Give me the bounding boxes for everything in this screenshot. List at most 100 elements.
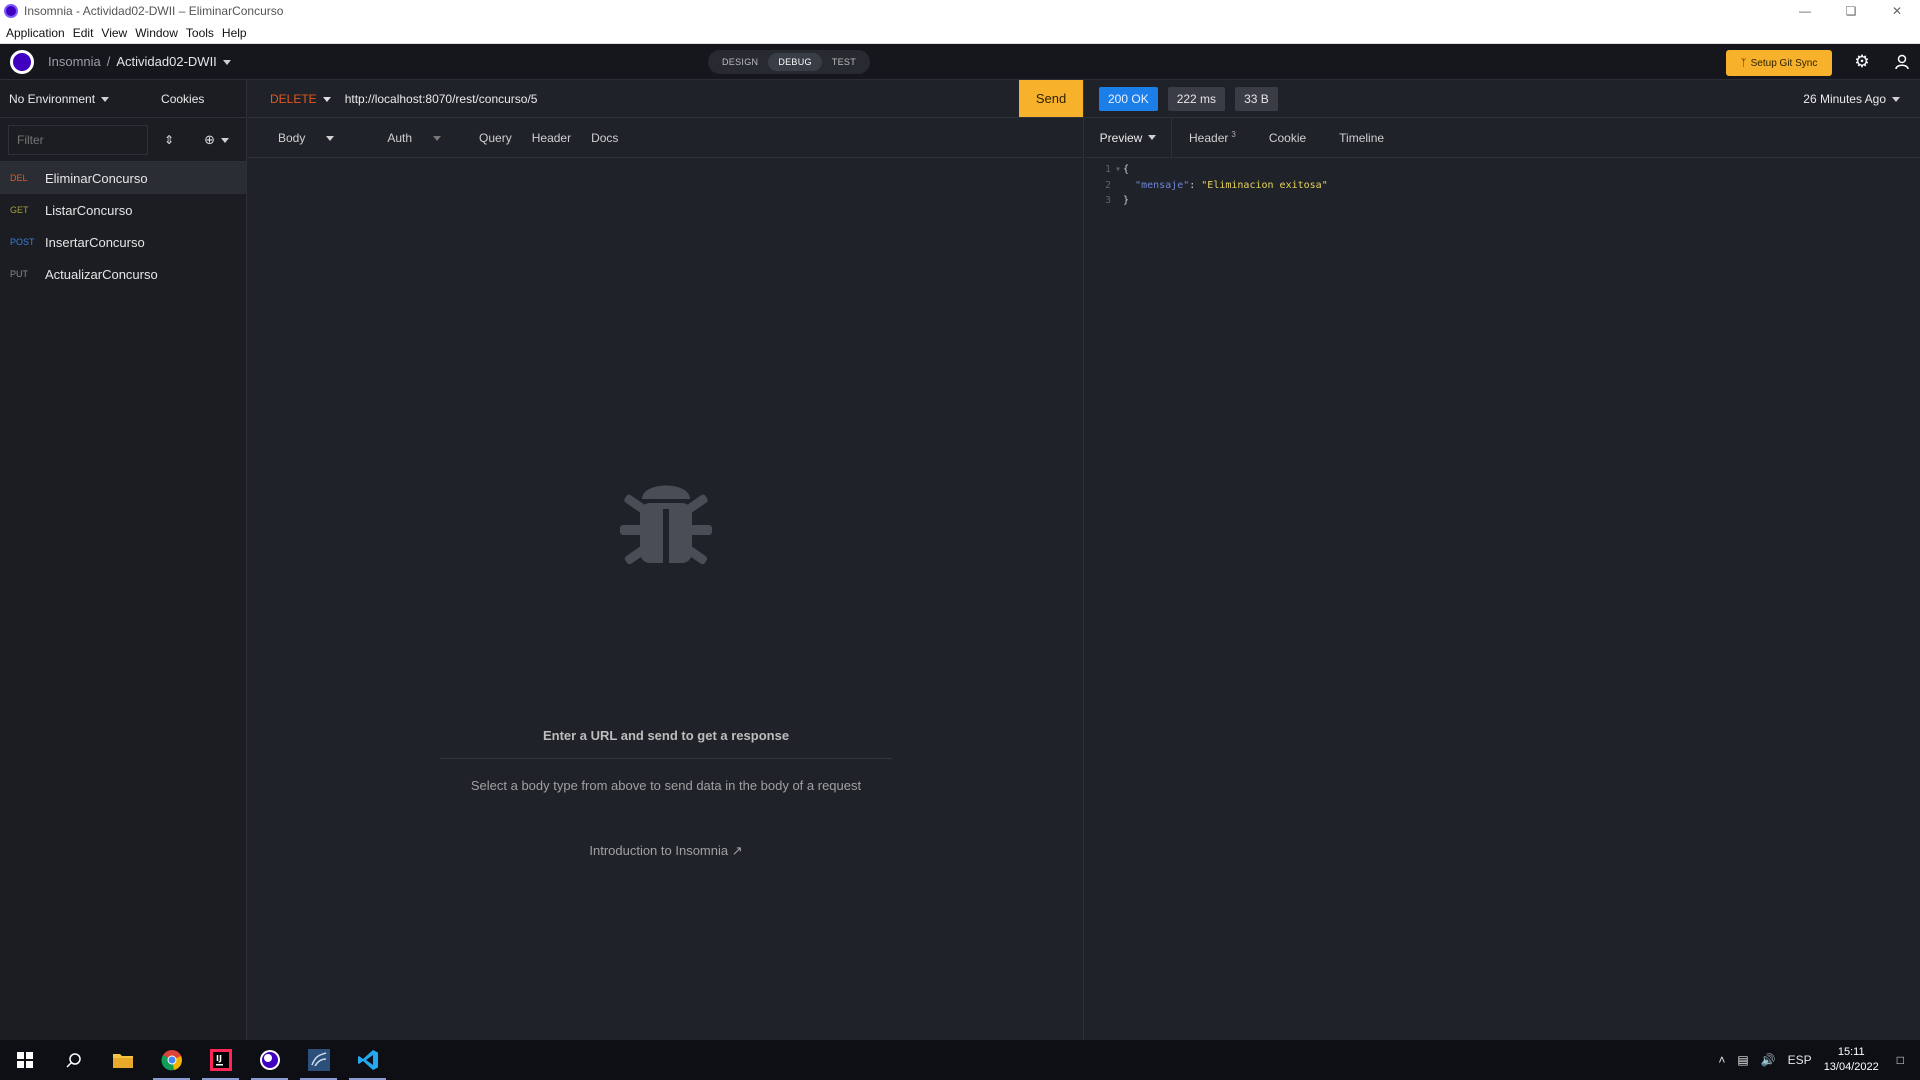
- menu-application[interactable]: Application: [6, 26, 65, 40]
- request-name: InsertarConcurso: [45, 234, 145, 250]
- file-explorer-icon[interactable]: [98, 1040, 147, 1080]
- mode-switcher: DESIGN DEBUG TEST: [708, 50, 871, 74]
- empty-state-title: Enter a URL and send to get a response: [542, 728, 790, 743]
- response-status-bar: 200 OK 222 ms 33 B 26 Minutes Ago: [1085, 80, 1920, 118]
- response-body: 1 ▾ { 2 "mensaje": "Eliminacion exitosa"…: [1085, 158, 1920, 209]
- mysql-workbench-icon[interactable]: [294, 1040, 343, 1080]
- introduction-link[interactable]: Introduction to Insomnia ↗: [248, 843, 1084, 859]
- chevron-down-icon: [322, 96, 331, 102]
- language-indicator[interactable]: ESP: [1788, 1053, 1812, 1067]
- insomnia-logo-icon[interactable]: [10, 49, 34, 74]
- breadcrumb-separator: /: [106, 54, 111, 69]
- request-method: PUT: [10, 269, 28, 279]
- mode-test[interactable]: TEST: [822, 53, 866, 71]
- windows-start-icon[interactable]: [0, 1040, 49, 1080]
- menu-tools[interactable]: Tools: [186, 26, 214, 40]
- restore-icon[interactable]: ❏: [1828, 0, 1874, 22]
- sidebar: No Environment Cookies ⇕ ⊕ DEL EliminarC…: [0, 80, 247, 1040]
- menu-window[interactable]: Window: [135, 26, 178, 40]
- intellij-icon[interactable]: IJ: [196, 1040, 245, 1080]
- divider: [440, 758, 892, 759]
- method-select[interactable]: DELETE: [270, 92, 331, 106]
- empty-state: Enter a URL and send to get a response S…: [248, 80, 1084, 1040]
- environment-select[interactable]: No Environment: [9, 92, 110, 106]
- empty-state-subtitle: Select a body type from above to send da…: [470, 778, 862, 793]
- gear-icon[interactable]: ⚙: [1852, 52, 1872, 72]
- menu-help[interactable]: Help: [222, 26, 247, 40]
- request-item-actualizar[interactable]: PUT ActualizarConcurso: [0, 258, 246, 290]
- clock[interactable]: 15:11 13/04/2022: [1824, 1045, 1879, 1075]
- insomnia-taskbar-icon[interactable]: [245, 1040, 294, 1080]
- json-value: "Eliminacion exitosa": [1201, 179, 1328, 191]
- code-line: 3 }: [1085, 193, 1920, 209]
- add-request-icon[interactable]: ⊕: [204, 132, 229, 148]
- windows-taskbar: IJ ˄ ▤ 🔊 ESP 15:11 13/04/2022 □: [0, 1040, 1920, 1080]
- mode-debug[interactable]: DEBUG: [768, 53, 822, 71]
- filter-input[interactable]: [8, 124, 148, 155]
- tab-timeline[interactable]: Timeline: [1339, 131, 1384, 145]
- system-tray: ˄ ▤ 🔊 ESP 15:11 13/04/2022 □: [1718, 1040, 1920, 1080]
- network-icon[interactable]: ▤: [1737, 1053, 1748, 1067]
- request-pane: Enter a URL and send to get a response S…: [248, 80, 1084, 1040]
- bug-icon: [620, 485, 712, 565]
- chevron-down-icon: [1148, 135, 1157, 140]
- mode-design[interactable]: DESIGN: [712, 53, 768, 71]
- breadcrumb-project[interactable]: Actividad02-DWII: [116, 54, 231, 69]
- breadcrumb-app[interactable]: Insomnia: [48, 54, 101, 69]
- clock-time: 15:11: [1837, 1046, 1865, 1058]
- code-text: }: [1123, 195, 1130, 207]
- request-item-insertar[interactable]: POST InsertarConcurso: [0, 226, 246, 258]
- sidebar-filter-row: ⇕ ⊕: [0, 118, 246, 162]
- time-badge: 222 ms: [1167, 86, 1226, 111]
- project-name: Actividad02-DWII: [116, 54, 217, 69]
- header-count: 3: [1231, 130, 1236, 139]
- search-icon[interactable]: [49, 1040, 98, 1080]
- chevron-down-icon: [1892, 96, 1900, 102]
- fold-icon[interactable]: ▾: [1115, 164, 1123, 175]
- tab-preview[interactable]: Preview: [1085, 117, 1172, 158]
- chevron-down-icon: [222, 60, 231, 66]
- request-item-listar[interactable]: GET ListarConcurso: [0, 194, 246, 226]
- json-key: "mensaje": [1135, 179, 1190, 191]
- tab-response-header-label: Header: [1189, 131, 1229, 145]
- tab-response-header[interactable]: Header 3: [1189, 130, 1236, 145]
- request-name: ActualizarConcurso: [45, 266, 158, 282]
- volume-icon[interactable]: 🔊: [1761, 1053, 1776, 1067]
- setup-git-sync-button[interactable]: ᛉ Setup Git Sync: [1726, 50, 1832, 76]
- url-input[interactable]: http://localhost:8070/rest/concurso/5: [345, 92, 538, 106]
- request-method: GET: [10, 205, 29, 215]
- request-item-eliminar[interactable]: DEL EliminarConcurso: [0, 162, 246, 194]
- history-dropdown[interactable]: 26 Minutes Ago: [1803, 92, 1900, 106]
- response-tabs: Preview Header 3 Cookie Timeline: [1085, 117, 1920, 158]
- notifications-icon[interactable]: □: [1897, 1053, 1904, 1067]
- git-branch-icon: ᛉ: [1740, 57, 1747, 69]
- git-sync-label: Setup Git Sync: [1750, 57, 1818, 69]
- close-icon[interactable]: ✕: [1874, 0, 1920, 22]
- url-bar: DELETE http://localhost:8070/rest/concur…: [248, 80, 1083, 118]
- chrome-icon[interactable]: [147, 1040, 196, 1080]
- window-title: Insomnia - Actividad02-DWII – EliminarCo…: [24, 4, 284, 18]
- chevron-up-icon[interactable]: ˄: [1718, 1053, 1725, 1067]
- line-number: 1: [1104, 164, 1111, 176]
- cookies-button[interactable]: Cookies: [161, 92, 204, 106]
- history-label: 26 Minutes Ago: [1803, 91, 1886, 106]
- window-controls: — ❏ ✕: [1782, 0, 1920, 22]
- request-method: DEL: [10, 173, 28, 183]
- request-method: POST: [10, 237, 35, 247]
- json-separator: :: [1189, 179, 1202, 191]
- sidebar-top: No Environment Cookies: [0, 80, 246, 118]
- minimize-icon[interactable]: —: [1782, 0, 1828, 22]
- account-icon[interactable]: [1892, 52, 1912, 72]
- window-titlebar: Insomnia - Actividad02-DWII – EliminarCo…: [0, 0, 1920, 22]
- vscode-icon[interactable]: [343, 1040, 392, 1080]
- sort-icon[interactable]: ⇕: [164, 133, 174, 147]
- send-button[interactable]: Send: [1019, 80, 1083, 117]
- menu-edit[interactable]: Edit: [73, 26, 94, 40]
- breadcrumb: Insomnia / Actividad02-DWII: [48, 54, 231, 69]
- insomnia-app-icon: [4, 4, 18, 18]
- line-number: 2: [1104, 179, 1111, 191]
- code-line: 2 "mensaje": "Eliminacion exitosa": [1085, 178, 1920, 194]
- tab-cookie[interactable]: Cookie: [1269, 131, 1306, 145]
- code-line: 1 ▾ {: [1085, 162, 1920, 178]
- menu-view[interactable]: View: [101, 26, 127, 40]
